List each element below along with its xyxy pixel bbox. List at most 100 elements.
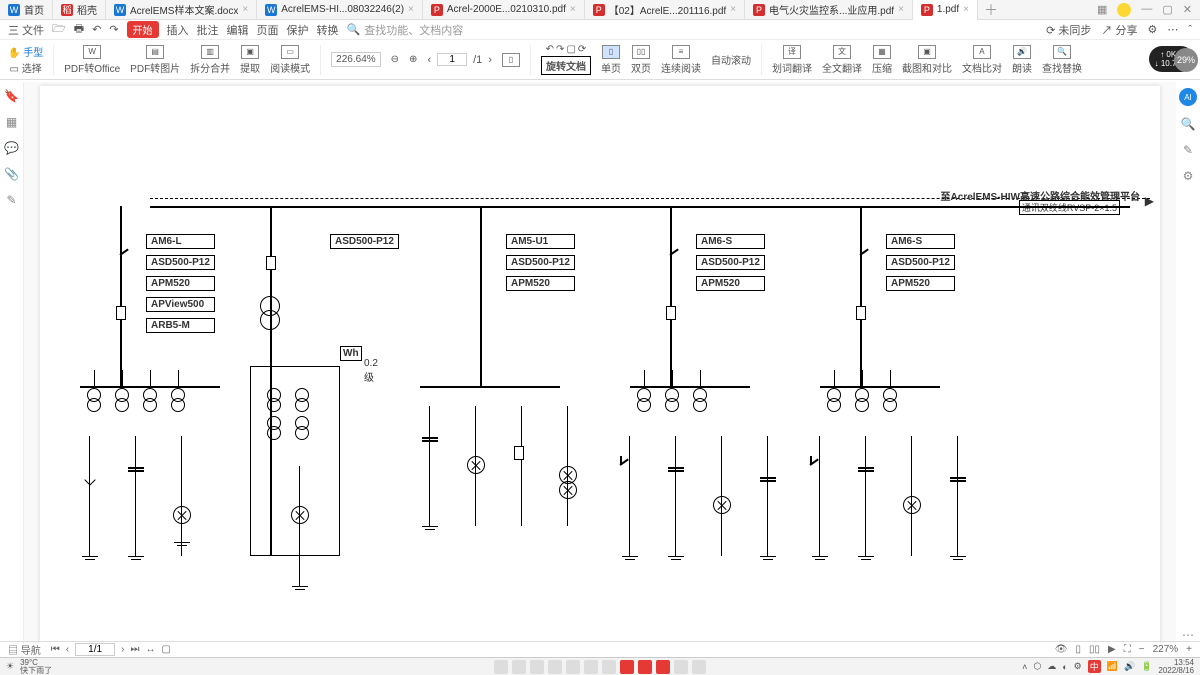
maximize-icon[interactable]: ▢ — [1162, 3, 1172, 17]
search-box[interactable]: 🔍 查找功能、文档内容 — [347, 22, 464, 38]
minimize-icon[interactable]: — — [1141, 3, 1152, 17]
tab-doc-3[interactable]: PAcrel-2000E...0210310.pdf× — [423, 0, 585, 20]
thumbnail-icon[interactable]: ▦ — [4, 114, 20, 130]
auto-scroll[interactable]: 自动滚动 — [711, 52, 751, 67]
play-icon[interactable]: ▶ — [1108, 644, 1116, 655]
battery-icon[interactable]: 🔋 — [1141, 661, 1152, 672]
weather-widget[interactable]: 39°C快下雨了 — [20, 659, 52, 675]
search-icon[interactable]: 🔍 — [1180, 116, 1196, 132]
tab-doc-5[interactable]: P电气火灾监控系...业应用.pdf× — [745, 0, 913, 20]
store-icon[interactable] — [584, 660, 598, 674]
page-input[interactable] — [437, 53, 467, 66]
screenshot-compare[interactable]: ▣截图和对比 — [902, 45, 952, 75]
settings-icon[interactable]: ⚙ — [1147, 23, 1157, 36]
start-icon[interactable] — [494, 660, 508, 674]
file-menu[interactable]: 三 文件 — [8, 22, 44, 38]
close-icon[interactable]: × — [898, 4, 904, 15]
signature-icon[interactable]: ✎ — [4, 192, 20, 208]
new-tab-button[interactable]: ＋ — [984, 0, 998, 20]
tray-chevron-icon[interactable]: ˄ — [1022, 662, 1027, 672]
zoom-in-icon[interactable]: + — [1186, 644, 1192, 655]
volume-icon[interactable]: 🔊 — [1124, 661, 1135, 672]
extract[interactable]: ▣提取 — [240, 45, 260, 75]
more-icon[interactable]: ⋯ — [1167, 23, 1178, 36]
find-replace[interactable]: 🔍查找替换 — [1042, 45, 1082, 75]
pdf-to-office[interactable]: WPDF转Office — [64, 45, 120, 75]
weather-icon[interactable]: ☀ — [6, 661, 14, 672]
menu-insert[interactable]: 插入 — [167, 22, 189, 38]
bookmark-tool[interactable]: ▯ — [502, 53, 520, 67]
window-close-icon[interactable]: ✕ — [1183, 3, 1192, 17]
tray-icon[interactable]: ◐ — [1062, 662, 1067, 672]
crop-icon[interactable]: ▢ — [566, 44, 575, 55]
doc-diff[interactable]: A文档比对 — [962, 45, 1002, 75]
user-avatar[interactable] — [1117, 3, 1131, 17]
nav-toggle[interactable]: ▤ 导航 — [8, 642, 41, 657]
edit-icon[interactable]: ✎ — [1180, 142, 1196, 158]
app-icon[interactable] — [674, 660, 688, 674]
explorer-icon[interactable] — [548, 660, 562, 674]
close-icon[interactable]: × — [963, 4, 969, 15]
menu-annotate[interactable]: 批注 — [197, 22, 219, 38]
pdf-to-image[interactable]: ▤PDF转图片 — [130, 45, 180, 75]
tray-icon[interactable]: ⬡ — [1033, 661, 1041, 672]
rotate-l-icon[interactable]: ↶ — [546, 44, 554, 55]
view-double-icon[interactable]: ▯▯ — [1089, 644, 1100, 655]
tab-doc-1[interactable]: WAcrelEMS样本文案.docx× — [106, 0, 257, 20]
select-tool[interactable]: ▭ 选择 — [10, 60, 42, 75]
zoom-out-icon[interactable]: − — [1139, 644, 1145, 655]
next-page-icon[interactable]: › — [121, 644, 124, 655]
menu-page[interactable]: 页面 — [257, 22, 279, 38]
collapse-ribbon-icon[interactable]: ˆ — [1188, 24, 1192, 36]
first-page-icon[interactable]: ⏮ — [51, 644, 60, 655]
fit-page-icon[interactable]: ▢ — [161, 644, 170, 655]
comment-icon[interactable]: 💬 — [4, 140, 20, 156]
wps-icon[interactable] — [638, 660, 652, 674]
menu-edit[interactable]: 编辑 — [227, 22, 249, 38]
word-translate[interactable]: 译划词翻译 — [772, 45, 812, 75]
document-viewport[interactable]: 至AcrelEMS-HIW高速公路综合能效管理平台 通讯双绞线RVSP-2×1.… — [24, 82, 1176, 643]
tray-icon[interactable]: ⚙ — [1074, 661, 1082, 672]
zoom-level[interactable]: 226.64% — [331, 52, 380, 67]
hand-tool[interactable]: ✋ 手型 — [8, 44, 43, 59]
wifi-icon[interactable]: 📶 — [1107, 661, 1118, 672]
prev-page-icon[interactable]: ‹ — [66, 644, 69, 655]
single-page[interactable]: ▯单页 — [601, 45, 621, 75]
ime-indicator[interactable]: 中 — [1088, 660, 1101, 673]
full-translate[interactable]: 文全文翻译 — [822, 45, 862, 75]
view-single-icon[interactable]: ▯ — [1076, 644, 1082, 655]
tray-icon[interactable]: ☁ — [1047, 661, 1056, 672]
rotate-r-icon[interactable]: ↷ — [556, 44, 564, 55]
tab-daoke[interactable]: 稻稻壳 — [53, 0, 106, 20]
split-merge[interactable]: ▥拆分合并 — [190, 45, 230, 75]
bookmark-icon[interactable]: 🔖 — [4, 88, 20, 104]
fit-width-icon[interactable]: ↔ — [145, 644, 155, 655]
qat-undo-icon[interactable]: ↶ — [92, 23, 101, 36]
close-icon[interactable]: × — [408, 4, 414, 15]
sync-status[interactable]: ⟳ 未同步 — [1046, 22, 1091, 38]
attachment-icon[interactable]: 📎 — [4, 166, 20, 182]
compress[interactable]: ▦压缩 — [872, 45, 892, 75]
eye-icon[interactable]: 👁 — [1055, 644, 1068, 655]
search-icon[interactable] — [512, 660, 526, 674]
double-page[interactable]: ▯▯双页 — [631, 45, 651, 75]
taskview-icon[interactable] — [530, 660, 544, 674]
menu-protect[interactable]: 保护 — [287, 22, 309, 38]
read-mode[interactable]: ▭阅读模式 — [270, 45, 310, 75]
wps-icon[interactable] — [656, 660, 670, 674]
page-prev-icon[interactable]: ‹ — [427, 54, 431, 66]
tab-home[interactable]: W首页 — [0, 0, 53, 20]
qat-redo-icon[interactable]: ↷ — [109, 23, 118, 36]
edge-icon[interactable] — [566, 660, 580, 674]
tab-doc-2[interactable]: WAcrelEMS-HI...08032246(2)× — [257, 0, 423, 20]
clock[interactable]: 13:542022/8/16 — [1158, 659, 1194, 675]
tab-doc-active[interactable]: P1.pdf× — [913, 0, 978, 20]
zoom-in-icon[interactable]: ⊕ — [409, 54, 417, 65]
last-page-icon[interactable]: ⏭ — [130, 644, 139, 655]
page-next-icon[interactable]: › — [488, 54, 492, 66]
menu-start[interactable]: 开始 — [127, 21, 159, 38]
wps-icon[interactable] — [620, 660, 634, 674]
app-icon[interactable] — [692, 660, 706, 674]
status-page-input[interactable] — [75, 643, 115, 656]
continuous[interactable]: ≡连续阅读 — [661, 45, 701, 75]
